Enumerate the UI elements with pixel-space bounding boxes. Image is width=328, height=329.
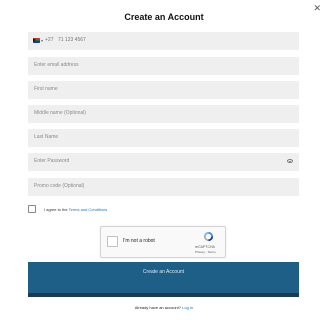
phone-country-code: +27 bbox=[45, 37, 54, 43]
chevron-down-icon[interactable] bbox=[41, 40, 43, 42]
recaptcha-brand: reCAPTCHA bbox=[195, 245, 215, 249]
login-prompt: Already have an account? Log In bbox=[0, 305, 328, 310]
phone-field[interactable]: +27 71 123 4567 bbox=[28, 32, 299, 50]
email-placeholder: Enter email address bbox=[34, 62, 79, 68]
create-account-button-label: Create an Account bbox=[142, 269, 185, 275]
recaptcha-checkbox[interactable] bbox=[107, 236, 118, 247]
recaptcha-widget: I'm not a robot reCAPTCHA Privacy - Term… bbox=[100, 226, 226, 258]
middle-name-placeholder: Middle name (Optional) bbox=[34, 110, 86, 116]
terms-link[interactable]: Terms and Conditions bbox=[69, 207, 108, 212]
recaptcha-logo-icon bbox=[203, 231, 214, 242]
first-name-placeholder: First name bbox=[34, 86, 58, 92]
recaptcha-links[interactable]: Privacy - Terms bbox=[195, 250, 216, 254]
dialog-title: Create an Account bbox=[124, 12, 204, 22]
middle-name-field[interactable]: Middle name (Optional) bbox=[28, 105, 299, 123]
recaptcha-label: I'm not a robot bbox=[123, 238, 155, 244]
create-account-dialog: ✕ Create an Account +27 71 123 4567 Ente… bbox=[0, 0, 328, 329]
terms-prefix: I agree to the bbox=[44, 207, 68, 212]
login-link[interactable]: Log In bbox=[182, 305, 193, 310]
terms-label: I agree to the Terms and Conditions bbox=[44, 207, 107, 212]
last-name-placeholder: Last Name bbox=[34, 134, 59, 140]
south-africa-flag-icon[interactable] bbox=[33, 38, 40, 43]
eye-icon[interactable] bbox=[287, 159, 293, 163]
password-field[interactable]: Enter Password bbox=[28, 153, 299, 171]
email-field[interactable]: Enter email address bbox=[28, 57, 299, 75]
phone-number-value: 71 123 4567 bbox=[58, 37, 86, 43]
promo-code-placeholder: Promo code (Optional) bbox=[34, 183, 85, 189]
create-account-button[interactable]: Create an Account bbox=[28, 262, 299, 293]
login-prompt-text: Already have an account? bbox=[134, 305, 181, 310]
last-name-field[interactable]: Last Name bbox=[28, 129, 299, 147]
button-divider bbox=[28, 293, 299, 297]
promo-code-field[interactable]: Promo code (Optional) bbox=[28, 178, 299, 196]
terms-checkbox[interactable] bbox=[28, 205, 36, 213]
first-name-field[interactable]: First name bbox=[28, 81, 299, 99]
password-placeholder: Enter Password bbox=[34, 158, 70, 164]
